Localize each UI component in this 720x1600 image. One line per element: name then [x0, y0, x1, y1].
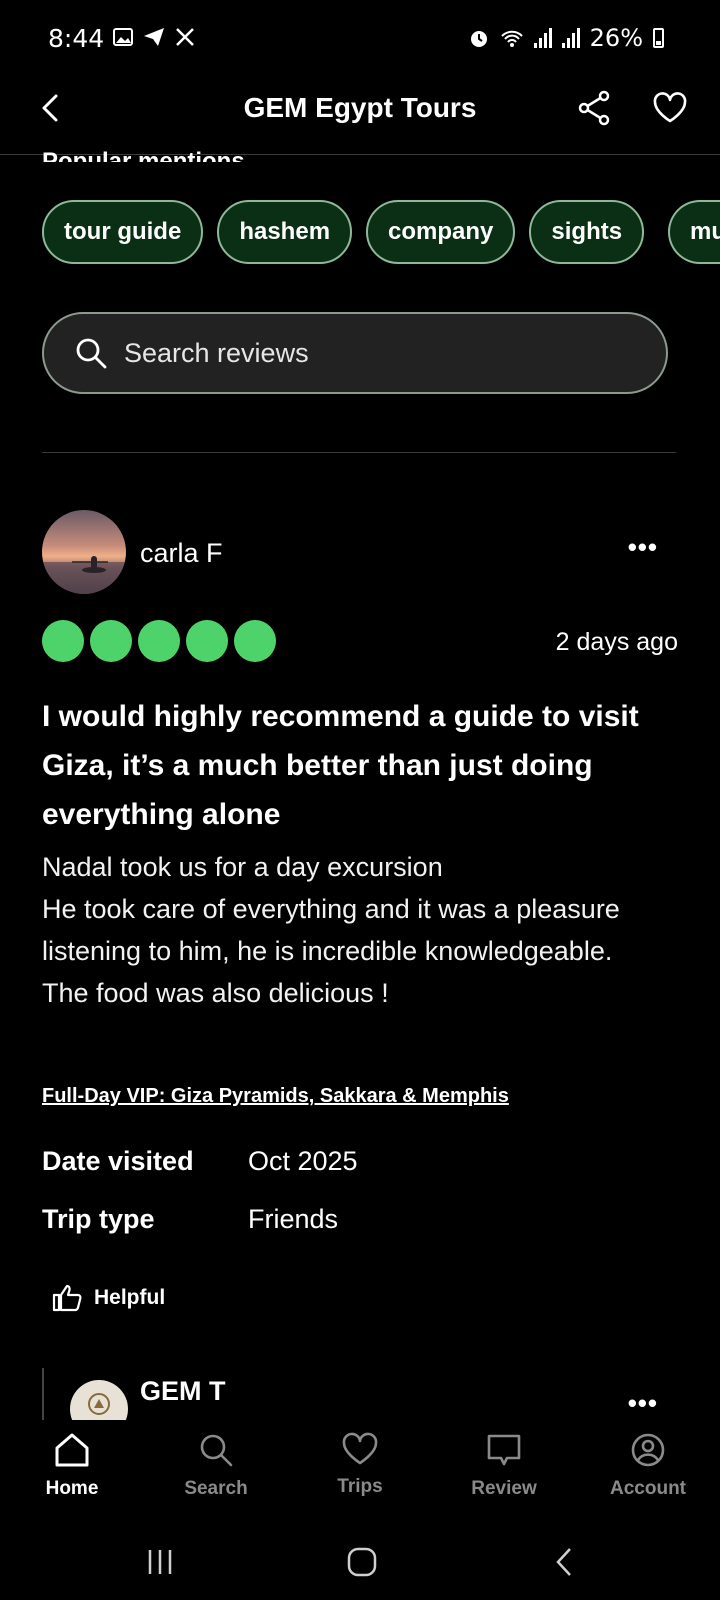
heart-icon: [342, 1432, 378, 1465]
nav-home[interactable]: Home: [12, 1432, 132, 1500]
rating-dot: [234, 620, 276, 662]
helpful-button[interactable]: Helpful: [52, 1284, 165, 1312]
date-visited-value: Oct 2025: [248, 1146, 358, 1176]
date-visited-label: Date visited: [42, 1146, 194, 1176]
popular-mentions-label: Popular mentions: [42, 148, 245, 162]
rating-dot: [186, 620, 228, 662]
recents-button[interactable]: [136, 1540, 184, 1584]
account-icon: [631, 1433, 665, 1467]
search-reviews-input[interactable]: Search reviews: [42, 312, 668, 394]
status-bar: 8:44 26%: [0, 0, 720, 80]
review-title: I would highly recommend a guide to visi…: [42, 700, 639, 831]
nav-home-label: Home: [45, 1478, 99, 1499]
more-options-button[interactable]: •••: [628, 532, 658, 563]
signal-icon: [533, 28, 552, 48]
system-back-button[interactable]: [540, 1540, 588, 1584]
thumbs-up-icon: [52, 1284, 82, 1312]
rating-dots: [42, 620, 276, 662]
status-left-icons: [112, 26, 196, 48]
status-right: 26%: [468, 24, 664, 52]
rating-dot: [138, 620, 180, 662]
mention-chip[interactable]: hashem: [217, 200, 353, 264]
responder-name[interactable]: GEM T: [140, 1376, 226, 1407]
search-icon: [76, 338, 107, 369]
popular-mentions-chips: tour guide hashem company sights: [42, 200, 645, 264]
nav-search-label: Search: [184, 1478, 248, 1499]
tour-link[interactable]: Full-Day VIP: Giza Pyramids, Sakkara & M…: [42, 1085, 509, 1108]
rating-dot: [90, 620, 132, 662]
wifi-icon: [500, 30, 523, 47]
mention-chip[interactable]: sights: [529, 200, 645, 264]
reply-thread-line: [42, 1368, 44, 1420]
nav-trips-label: Trips: [337, 1476, 383, 1497]
heart-outline-icon: [653, 92, 687, 123]
nav-search[interactable]: Search: [156, 1432, 276, 1500]
helpful-label: Helpful: [94, 1286, 166, 1309]
x-logo-icon: [176, 28, 194, 46]
back-chevron-icon: [556, 1548, 571, 1576]
rating-dot: [42, 620, 84, 662]
nav-review-label: Review: [471, 1478, 537, 1499]
status-time: 8:44: [48, 24, 105, 53]
home-icon: [55, 1433, 89, 1467]
avatar-photo: [42, 556, 126, 594]
nav-account-label: Account: [610, 1478, 686, 1499]
alarm-icon: [470, 31, 487, 47]
home-circle-icon: [347, 1547, 377, 1577]
gallery-icon: [113, 28, 133, 46]
review-icon: [487, 1434, 521, 1466]
search-placeholder: Search reviews: [124, 337, 309, 368]
share-icon: [578, 90, 610, 126]
share-button[interactable]: [572, 86, 616, 130]
reviewer-avatar[interactable]: [42, 510, 126, 594]
divider: [42, 452, 676, 453]
nav-account[interactable]: Account: [588, 1432, 708, 1500]
battery-percent: 26%: [589, 24, 643, 52]
review-body: Nadal took us for a day excursion He too…: [42, 852, 620, 1008]
send-icon: [144, 28, 164, 46]
recents-icon: [148, 1550, 172, 1574]
save-button[interactable]: [648, 86, 692, 130]
mention-chip[interactable]: tour guide: [42, 200, 204, 264]
more-options-button[interactable]: •••: [628, 1388, 658, 1419]
nav-trips[interactable]: Trips: [300, 1432, 420, 1498]
trip-type-label: Trip type: [42, 1204, 155, 1234]
battery-icon: [653, 28, 664, 48]
review-date: 2 days ago: [555, 628, 678, 656]
signal-icon: [561, 28, 580, 48]
home-system-button[interactable]: [338, 1540, 386, 1584]
reviewer-name[interactable]: carla F: [140, 538, 223, 569]
search-icon: [200, 1434, 233, 1467]
nav-review[interactable]: Review: [444, 1432, 564, 1500]
mention-chip[interactable]: company: [366, 200, 516, 264]
mention-chip-partial[interactable]: mu: [668, 200, 720, 264]
trip-type-value: Friends: [248, 1204, 339, 1234]
